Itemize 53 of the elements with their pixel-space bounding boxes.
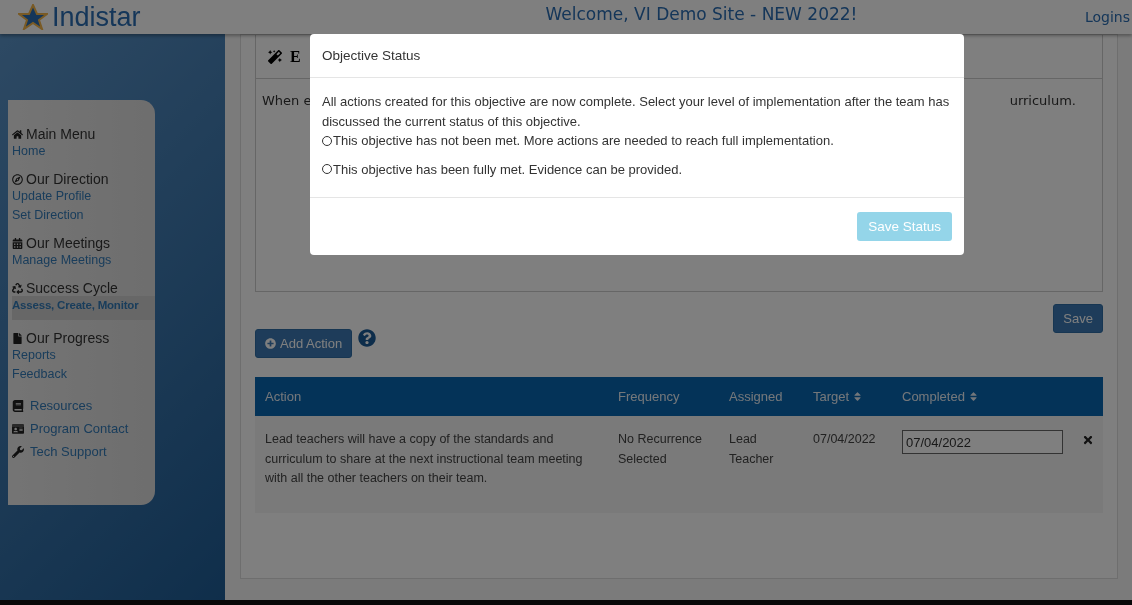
radio-button[interactable] [322,135,332,146]
compass-icon [12,173,23,185]
star-logo-icon [18,4,48,30]
assigned-cell-text: Lead Teacher [729,431,775,468]
menu-link[interactable]: Program Contact [12,417,155,440]
column-header: Frequency [618,389,681,404]
frequency-cell-text: No Recurrence Selected [618,431,704,468]
menu-link[interactable]: Update Profile [12,187,155,206]
save-button[interactable]: Save [1053,304,1103,333]
column-header[interactable]: Completed [902,389,1103,404]
menu-link[interactable]: Home [12,142,155,161]
menu-link[interactable]: Resources [12,394,155,417]
book-icon [12,399,24,412]
menu-link[interactable]: Assess, Create, Monitor [12,296,155,320]
editor-text: urriculum. [1009,93,1076,108]
sort-icon[interactable] [967,391,979,402]
add-action-button[interactable]: Add Action [255,329,353,358]
dialog-title: Objective Status [322,48,421,63]
welcome-title: Welcome, VI Demo Site - NEW 2022! [544,3,859,24]
menu-link[interactable]: Set Direction [12,206,155,225]
magic-wand-icon[interactable] [268,49,282,64]
date-input-field[interactable]: 07/04/2022 [902,430,1063,454]
editor-heading: E [290,47,301,66]
menu-heading: Our Meetings [26,235,111,251]
option-label[interactable]: This objective has been fully met. Evidence can be provided. [333,159,683,179]
file-icon [12,332,23,344]
menu-heading: Our Progress [26,330,110,346]
logins-link[interactable]: Logins [1084,9,1132,25]
plus-icon [265,338,276,349]
column-header[interactable]: Target [813,389,902,404]
column-header: Action [265,389,303,404]
logo-text: Indistar [52,1,141,33]
recycle-icon [12,282,23,294]
home-icon [12,128,23,140]
id-card-icon [12,422,24,435]
help-icon[interactable] [358,329,377,347]
menu-link[interactable]: Feedback [12,365,155,384]
radio-button[interactable] [322,164,332,175]
sort-icon[interactable] [852,391,864,402]
action-cell-text: Lead teachers will have a copy of the standards and curriculum to share at the next instructional team meeting with all the other teachers on their team. [265,431,584,487]
menu-link[interactable]: Tech Support [12,440,155,463]
column-header: Assigned [729,389,784,404]
menu-link[interactable]: Reports [12,346,155,365]
delete-icon[interactable] [1081,434,1094,446]
option-label[interactable]: This objective has not been met. More actions are needed to reach full implementation. [333,131,834,151]
dialog-message: All actions created for this objective are now complete. Select your level of implementation after the team has discussed the current status of this objective. [322,93,951,131]
menu-heading: Our Direction [26,171,109,187]
menu-heading: Success Cycle [26,280,118,296]
menu-heading: Main Menu [26,126,96,142]
menu-link[interactable]: Manage Meetings [12,251,155,270]
calendar-icon [12,237,23,249]
wrench-icon [12,445,24,458]
target-cell-text: 07/04/2022 [813,431,877,448]
